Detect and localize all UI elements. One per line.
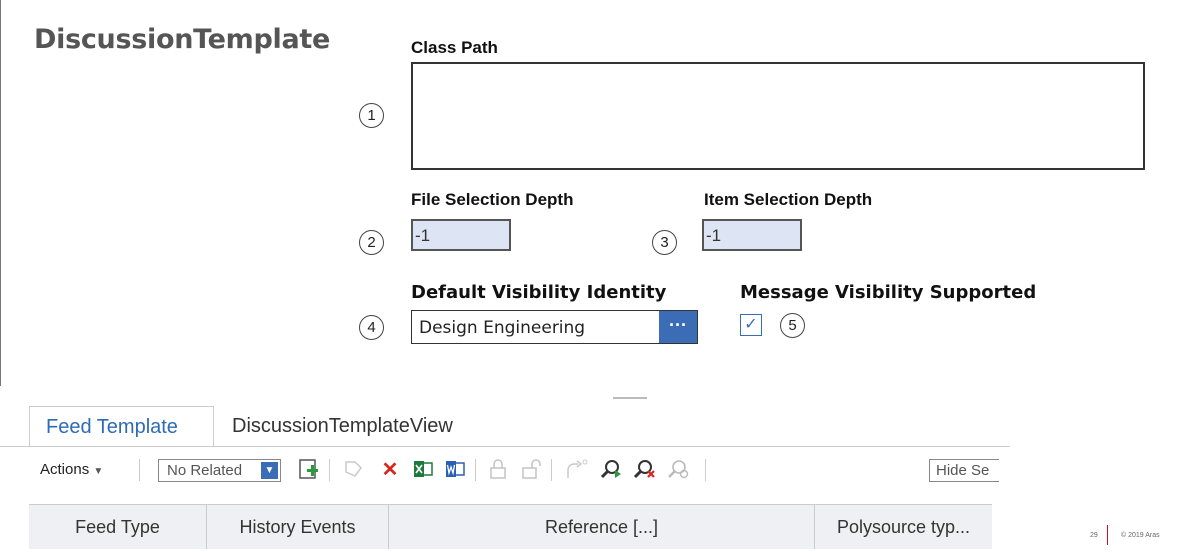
file-depth-label: File Selection Depth — [411, 190, 574, 209]
lock-icon[interactable] — [486, 458, 510, 482]
related-select-value: No Related — [167, 462, 243, 479]
callout-2: 2 — [359, 230, 384, 255]
tab-discussion-template-view[interactable]: DiscussionTemplateView — [232, 406, 453, 446]
class-path-field[interactable] — [411, 62, 1145, 170]
column-header-reference[interactable]: Reference [...] — [389, 505, 815, 549]
new-item-icon[interactable] — [297, 458, 321, 482]
page-frame-line — [0, 0, 1, 386]
actions-menu[interactable]: Actions ▼ — [40, 447, 103, 493]
unlock-icon[interactable] — [519, 458, 543, 482]
copyright-text: © 2019 Aras — [1121, 532, 1160, 539]
column-header-feed-type[interactable]: Feed Type — [29, 505, 207, 549]
delete-icon[interactable]: ✕ — [378, 458, 402, 482]
clear-search-icon[interactable] — [633, 458, 657, 482]
excel-export-icon[interactable] — [411, 458, 435, 482]
item-depth-label: Item Selection Depth — [704, 190, 873, 209]
visibility-field[interactable]: Design Engineering ··· — [411, 310, 698, 344]
toolbar-separator — [139, 459, 140, 481]
grid-header: Feed Type History Events Reference [...]… — [29, 504, 992, 549]
toolbar-separator — [475, 459, 476, 481]
hide-search-button[interactable]: Hide Se — [929, 459, 999, 482]
relationship-toolbar: Actions ▼ No Related ▼ ✕ Hide Se — [29, 447, 999, 493]
item-depth-field[interactable]: -1 — [702, 219, 802, 251]
related-select[interactable]: No Related ▼ — [158, 459, 281, 482]
pick-icon[interactable] — [342, 458, 366, 482]
tab-feed-template[interactable]: Feed Template — [29, 406, 214, 446]
callout-4: 4 — [359, 315, 384, 340]
visibility-value: Design Engineering — [419, 318, 586, 338]
message-visibility-checkbox[interactable]: ✓ — [740, 314, 762, 336]
file-depth-field[interactable]: -1 — [411, 219, 511, 251]
column-header-polysource-type[interactable]: Polysource typ... — [815, 505, 992, 549]
select-arrow-icon: ▼ — [261, 462, 278, 479]
visibility-label: Default Visibility Identity — [411, 282, 667, 303]
promote-icon[interactable] — [564, 458, 588, 482]
search-icon[interactable] — [599, 458, 623, 482]
check-icon: ✓ — [744, 316, 758, 333]
toolbar-separator — [551, 459, 552, 481]
slide-number: 29 — [1090, 532, 1098, 539]
callout-3: 3 — [652, 230, 677, 255]
message-visibility-label: Message Visibility Supported — [740, 282, 1037, 303]
toolbar-separator — [329, 459, 330, 481]
callout-5: 5 — [780, 313, 805, 338]
divider — [613, 397, 647, 399]
class-path-label: Class Path — [411, 38, 498, 57]
caret-down-icon: ▼ — [93, 466, 104, 477]
saved-search-icon[interactable] — [667, 458, 691, 482]
actions-label: Actions — [40, 461, 90, 478]
word-export-icon[interactable] — [443, 458, 467, 482]
column-header-history-events[interactable]: History Events — [207, 505, 389, 549]
toolbar-separator — [705, 459, 706, 481]
page-title: DiscussionTemplate — [34, 24, 331, 55]
ellipsis-button[interactable]: ··· — [659, 311, 697, 343]
callout-1: 1 — [359, 103, 384, 128]
footer-divider — [1107, 525, 1108, 545]
